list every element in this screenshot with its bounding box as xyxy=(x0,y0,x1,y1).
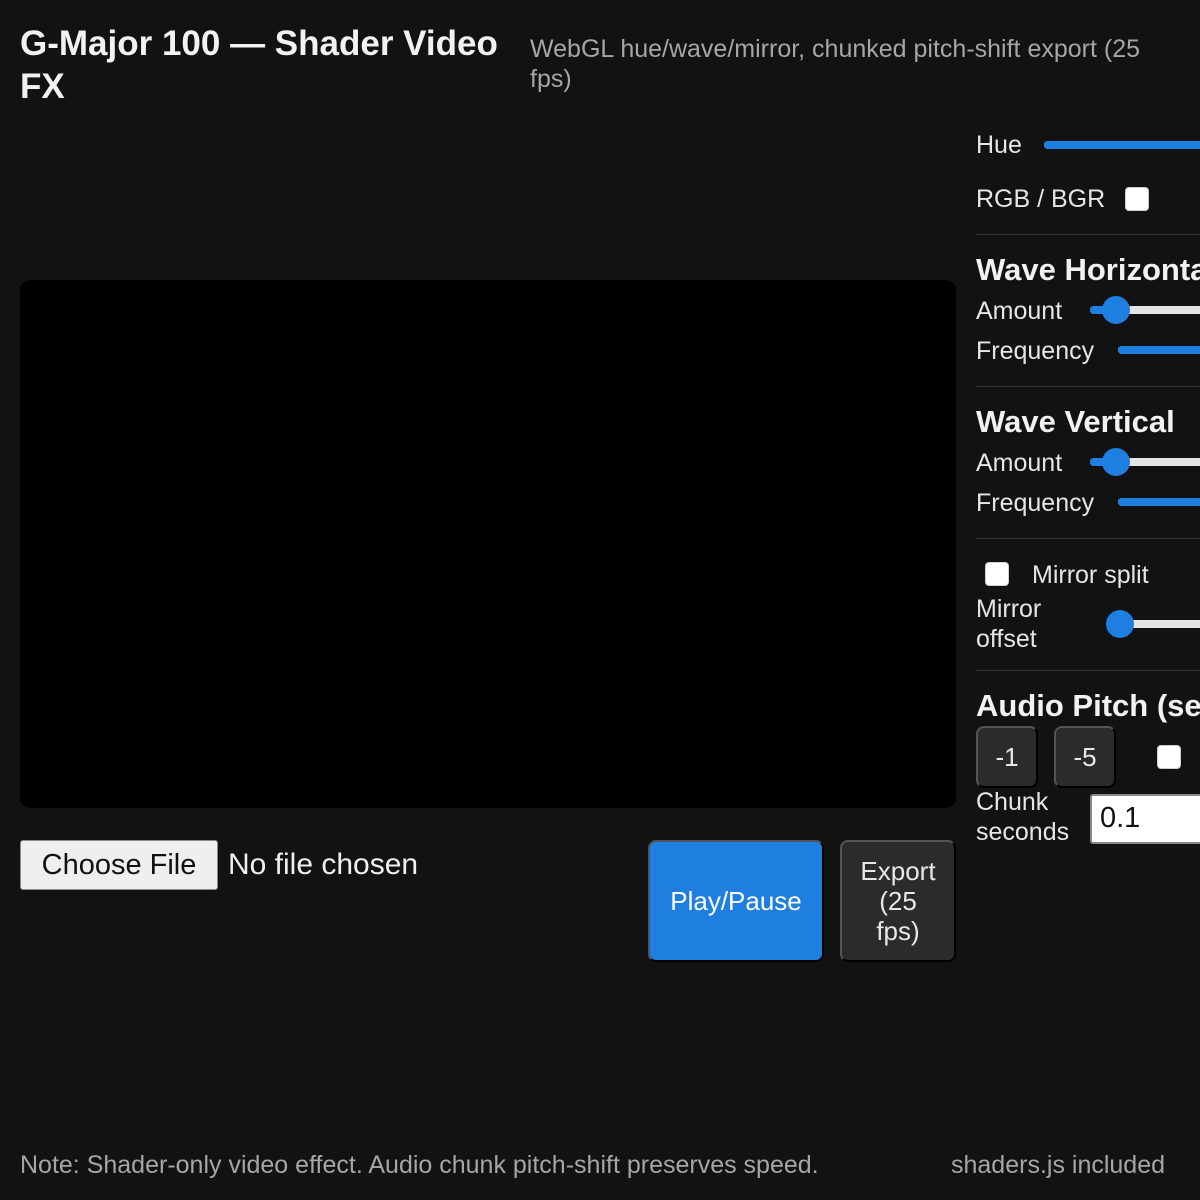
mirror-offset-thumb[interactable] xyxy=(1106,610,1134,638)
wave-h-amount-slider[interactable] xyxy=(1090,295,1200,325)
hue-slider-fill xyxy=(1044,141,1200,149)
page-title: G-Major 100 — Shader Video FX xyxy=(20,24,498,106)
wave-h-frequency-label: Frequency xyxy=(976,337,1095,365)
rgb-bgr-checkbox[interactable] xyxy=(1125,187,1149,211)
rgb-bgr-label: RGB / BGR xyxy=(976,185,1106,213)
wave-v-frequency-fill xyxy=(1118,498,1200,506)
mirror-split-label: Mirror split xyxy=(1032,561,1149,589)
file-status-text: No file chosen xyxy=(228,848,419,881)
wave-v-amount-label: Amount xyxy=(976,449,1063,477)
controls-panel: Hue RGB / BGR Wave Horizontal Amount Fre… xyxy=(976,120,1200,860)
choose-file-button[interactable]: Choose File xyxy=(20,840,218,890)
wave-vertical-heading: Wave Vertical xyxy=(976,404,1175,439)
wave-h-amount-thumb[interactable] xyxy=(1102,296,1130,324)
mirror-offset-slider[interactable] xyxy=(1106,609,1200,639)
pitch-minus-1-button[interactable]: -1 xyxy=(976,726,1038,788)
wave-v-frequency-label: Frequency xyxy=(976,489,1095,517)
mirror-split-checkbox[interactable] xyxy=(985,562,1009,586)
play-pause-button[interactable]: Play/Pause xyxy=(648,840,824,962)
section-divider xyxy=(976,670,1200,671)
pitch-toggle-checkbox[interactable] xyxy=(1157,745,1181,769)
hue-slider[interactable] xyxy=(1044,130,1200,160)
audio-pitch-heading: Audio Pitch (semitones) xyxy=(976,688,1200,723)
mirror-offset-label: Mirror offset xyxy=(976,595,1042,653)
pitch-minus-5-button[interactable]: -5 xyxy=(1054,726,1116,788)
app-root: G-Major 100 — Shader Video FX WebGL hue/… xyxy=(0,0,1200,1200)
wave-v-amount-thumb[interactable] xyxy=(1102,448,1130,476)
section-divider xyxy=(976,234,1200,235)
wave-v-frequency-slider[interactable] xyxy=(1118,487,1200,517)
section-divider xyxy=(976,538,1200,539)
wave-h-amount-label: Amount xyxy=(976,297,1063,325)
page-subtitle: WebGL hue/wave/mirror, chunked pitch-shi… xyxy=(530,35,1141,93)
wave-horizontal-heading: Wave Horizontal xyxy=(976,252,1200,287)
footer-note: Note: Shader-only video effect. Audio ch… xyxy=(20,1151,819,1179)
video-canvas[interactable] xyxy=(20,280,956,808)
chunk-seconds-label: Chunk seconds xyxy=(976,788,1070,846)
section-divider xyxy=(976,386,1200,387)
export-button[interactable]: Export (25 fps) xyxy=(840,840,956,962)
hue-label: Hue xyxy=(976,131,1022,159)
wave-h-frequency-fill xyxy=(1118,346,1200,354)
footer-credit: shaders.js included xyxy=(951,1151,1166,1179)
chunk-seconds-input[interactable]: 0.1 xyxy=(1090,794,1200,844)
wave-v-amount-slider[interactable] xyxy=(1090,447,1200,477)
wave-h-frequency-slider[interactable] xyxy=(1118,335,1200,365)
